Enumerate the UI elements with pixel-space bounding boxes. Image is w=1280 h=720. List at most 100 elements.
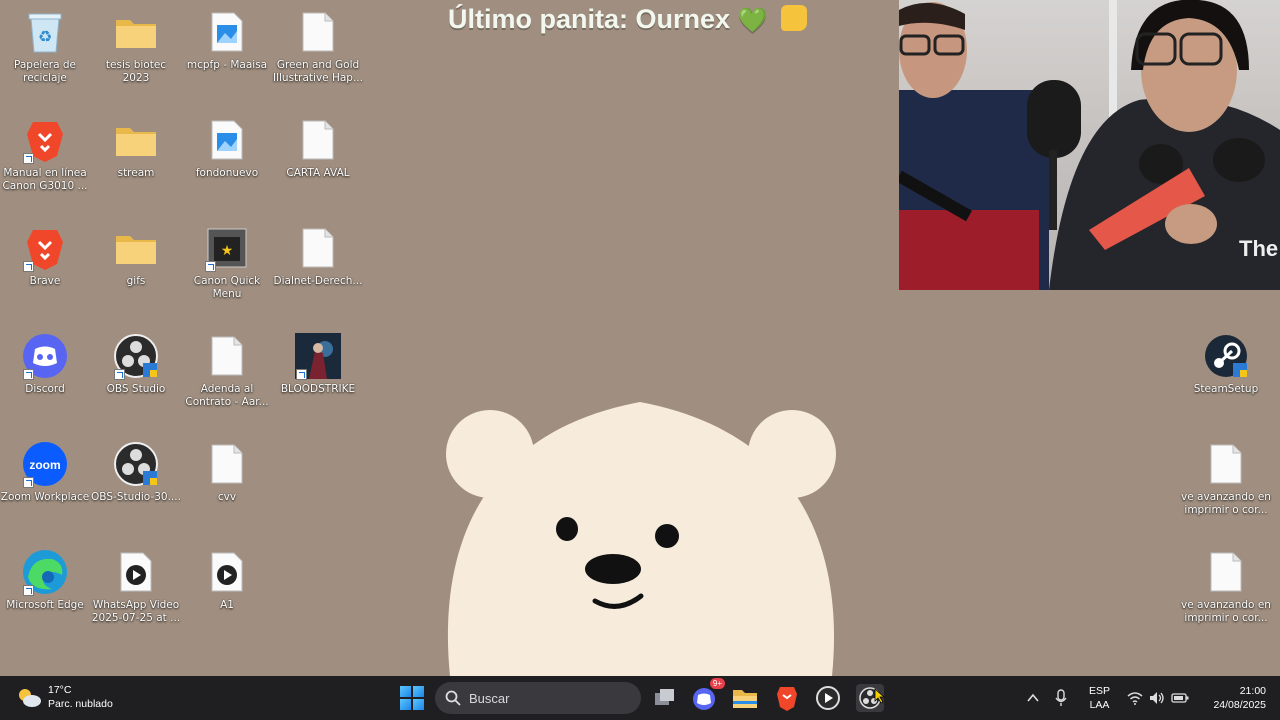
input-language-indicator[interactable]: ESP LAA	[1089, 684, 1110, 712]
taskbar-media-player[interactable]	[814, 684, 842, 712]
taskbar-discord[interactable]: 9+	[691, 678, 725, 712]
icon-label: Brave	[29, 275, 61, 287]
desktop-icon-folder-gifs[interactable]: gifs	[91, 224, 181, 324]
icon-label: Manual en línea Canon G3010 ...	[2, 167, 88, 192]
desktop-icon-obs-installer[interactable]: OBS-Studio-30....	[91, 440, 181, 540]
file-explorer-icon	[733, 690, 757, 708]
microphone-icon[interactable]	[1054, 689, 1068, 707]
desktop-icon-carta-aval[interactable]: CARTA AVAL	[273, 116, 363, 216]
obs-studio-icon	[112, 440, 160, 488]
brave-browser-icon	[21, 224, 69, 272]
document-icon	[294, 224, 342, 272]
overlay-title-text: Último panita: Ournex	[448, 4, 731, 34]
quick-settings[interactable]	[1127, 676, 1189, 720]
desktop-icon-folder-tesis[interactable]: tesis biotec 2023	[91, 8, 181, 108]
desktop-icon-recycle-bin[interactable]: ♻ Papelera de reciclaje	[0, 8, 90, 108]
search-icon	[445, 690, 461, 706]
green-heart-icon: 💚	[737, 7, 768, 34]
taskbar-task-view[interactable]	[651, 684, 679, 712]
thumbs-up-icon	[780, 5, 807, 31]
discord-icon	[21, 332, 69, 380]
desktop-icon-fondonuevo[interactable]: fondonuevo	[182, 116, 272, 216]
icon-label: Canon Quick Menu	[193, 275, 261, 300]
document-icon	[1202, 548, 1250, 596]
edge-icon	[21, 548, 69, 596]
desktop-icon-green-gold[interactable]: Green and Gold Illustrative Hap...	[273, 8, 363, 108]
svg-text:★: ★	[221, 243, 234, 259]
desktop[interactable]: ♻ Papelera de reciclaje Manual en línea …	[0, 0, 1280, 676]
bloodstrike-game-icon	[294, 332, 342, 380]
desktop-icon-steamsetup[interactable]: SteamSetup	[1181, 332, 1271, 432]
language-code: ESP	[1089, 685, 1111, 697]
bear-wallpaper	[446, 402, 836, 676]
icon-label: SteamSetup	[1193, 383, 1259, 395]
shortcut-arrow-icon	[205, 261, 216, 272]
weather-widget[interactable]: 17°C Parc. nublado	[16, 683, 113, 711]
icon-label: Adenda al Contrato - Aar...	[185, 383, 269, 408]
system-tray	[1026, 676, 1068, 720]
weather-description: Parc. nublado	[48, 698, 113, 710]
desktop-icon-ve-avanzando-2[interactable]: ve avanzando en imprimir o cor...	[1181, 548, 1271, 648]
desktop-icon-discord[interactable]: Discord	[0, 332, 90, 432]
icon-label: gifs	[126, 275, 146, 287]
icon-label: Papelera de reciclaje	[13, 59, 76, 84]
taskbar-search-box[interactable]: Buscar	[435, 682, 641, 714]
taskbar-brave[interactable]	[773, 684, 801, 712]
keyboard-layout: LAA	[1089, 699, 1110, 711]
video-file-icon	[203, 548, 251, 596]
desktop-icon-dialnet[interactable]: Dialnet-Derech...	[273, 224, 363, 324]
taskbar: 17°C Parc. nublado Buscar 9+ ESP LAA 21:…	[0, 676, 1280, 720]
desktop-icon-whatsapp-video[interactable]: WhatsApp Video 2025-07-25 at ...	[91, 548, 181, 648]
desktop-icon-adenda[interactable]: Adenda al Contrato - Aar...	[182, 332, 272, 432]
desktop-icon-ve-avanzando-1[interactable]: ve avanzando en imprimir o cor...	[1181, 440, 1271, 540]
document-icon	[294, 8, 342, 56]
mouse-cursor-icon	[874, 688, 886, 704]
clock-time: 21:00	[1239, 685, 1266, 697]
document-icon	[294, 116, 342, 164]
desktop-icon-canon-manual[interactable]: Manual en línea Canon G3010 ...	[0, 116, 90, 216]
desktop-icon-mcpfp[interactable]: mcpfp - Maaisa	[182, 8, 272, 108]
icon-label: Zoom Workplace	[0, 491, 90, 503]
desktop-icon-canon-quick-menu[interactable]: ★ Canon Quick Menu	[182, 224, 272, 324]
svg-text:The: The	[1239, 236, 1278, 261]
folder-icon	[112, 116, 160, 164]
chevron-up-icon[interactable]	[1026, 691, 1040, 705]
desktop-icon-cvv[interactable]: cvv	[182, 440, 272, 540]
obs-studio-icon	[112, 332, 160, 380]
document-icon	[203, 440, 251, 488]
shortcut-arrow-icon	[114, 369, 125, 380]
media-player-icon	[816, 686, 840, 710]
desktop-icon-folder-stream[interactable]: stream	[91, 116, 181, 216]
shortcut-arrow-icon	[23, 369, 34, 380]
start-button[interactable]	[400, 686, 424, 710]
icon-label: A1	[220, 599, 234, 611]
icon-label: CARTA AVAL	[286, 167, 350, 179]
desktop-icon-bloodstrike[interactable]: BLOODSTRIKE	[273, 332, 363, 432]
canon-quick-menu-icon: ★	[203, 224, 251, 272]
volume-icon	[1150, 692, 1164, 704]
desktop-icon-brave[interactable]: Brave	[0, 224, 90, 324]
taskbar-obs[interactable]	[856, 684, 886, 712]
desktop-icon-obs-studio[interactable]: OBS Studio	[91, 332, 181, 432]
icon-label: cvv	[217, 491, 237, 503]
svg-text:zoom: zoom	[29, 458, 60, 472]
desktop-icon-zoom[interactable]: zoom Zoom Workplace	[0, 440, 90, 540]
icon-label: Green and Gold Illustrative Hap...	[273, 59, 363, 84]
video-file-icon	[112, 548, 160, 596]
taskbar-clock[interactable]: 21:00 24/08/2025	[1213, 684, 1266, 712]
task-view-icon	[655, 689, 674, 705]
document-icon	[203, 332, 251, 380]
search-placeholder: Buscar	[469, 690, 510, 706]
clock-date: 24/08/2025	[1213, 699, 1266, 711]
partly-cloudy-icon	[19, 689, 41, 707]
brave-browser-icon	[777, 687, 797, 711]
icon-label: ve avanzando en imprimir o cor...	[1181, 491, 1271, 516]
icon-label: Dialnet-Derech...	[273, 275, 363, 287]
desktop-icon-edge[interactable]: Microsoft Edge	[0, 548, 90, 648]
weather-temperature: 17°C	[48, 684, 72, 696]
document-icon	[1202, 440, 1250, 488]
folder-icon	[112, 224, 160, 272]
taskbar-file-explorer[interactable]	[731, 684, 759, 712]
icon-label: stream	[117, 167, 155, 179]
desktop-icon-a1[interactable]: A1	[182, 548, 272, 648]
